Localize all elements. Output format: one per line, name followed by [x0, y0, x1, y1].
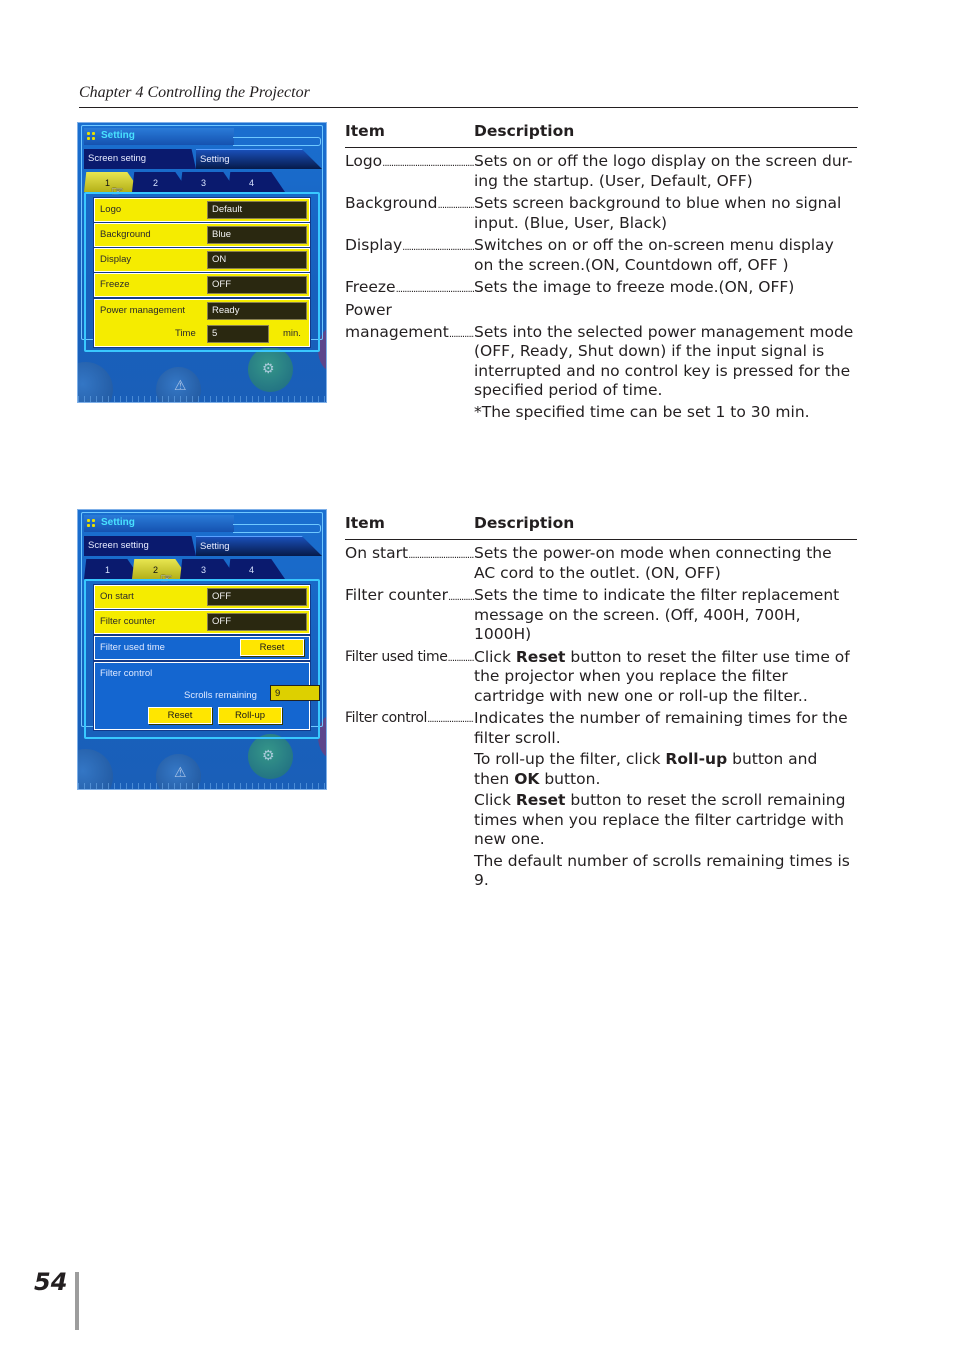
table-header: Item Description	[345, 122, 857, 148]
filter-counter-label: Filter counter	[100, 616, 156, 627]
page-bar	[75, 1272, 79, 1330]
projector-settings-icon: ⚙	[262, 747, 275, 763]
description-table-1: Item Description Logo...................…	[345, 122, 857, 424]
table-row: Background..............................…	[345, 194, 857, 233]
roll-up-button[interactable]: Roll-up	[218, 707, 282, 724]
scrolls-remaining-label: Scrolls remaining	[184, 690, 257, 701]
logo-select[interactable]: Default	[207, 201, 307, 219]
power-management-row: Power management Ready Time 5 min.	[94, 299, 310, 347]
header-rule	[79, 107, 858, 108]
projector-settings-icon: ⚙	[262, 360, 275, 376]
display-row: Display ON	[94, 248, 310, 272]
title-decoration	[233, 524, 321, 533]
menu-dots-icon	[87, 519, 97, 529]
table-row: Display.................................…	[345, 236, 857, 275]
time-unit: min.	[283, 328, 301, 339]
freeze-select[interactable]: OFF	[207, 276, 307, 294]
menu-dots-icon	[87, 132, 97, 142]
power-management-select[interactable]: Ready	[207, 302, 307, 320]
projector-warning-icon: ⚠	[174, 377, 187, 393]
power-management-label: Power management	[100, 305, 186, 316]
settings-content: On start OFF Filter counter OFF Filter u…	[84, 579, 320, 739]
item-name: Filter counter..........................…	[345, 586, 474, 604]
background-select[interactable]: Blue	[207, 226, 307, 244]
time-label: Time	[175, 328, 196, 339]
item-name: Display.................................…	[345, 236, 474, 254]
time-input[interactable]: 5	[207, 325, 269, 343]
setting-panel-tab1: ⚠ ⚙ Setting Screen seting Setting 1 2 3 …	[77, 122, 327, 403]
header-item: Item	[345, 122, 385, 140]
filter-counter-row: Filter counter OFF	[94, 610, 310, 634]
page-tab-4[interactable]: 4	[228, 559, 285, 579]
header-description: Description	[474, 122, 575, 140]
item-name: Logo....................................…	[345, 152, 474, 170]
tab-screen-setting[interactable]: Screen seting	[84, 149, 196, 169]
table-row: Power management........................…	[345, 301, 857, 423]
panel-title-bar: Setting	[84, 128, 234, 145]
panel-title: Setting	[101, 517, 135, 528]
display-select[interactable]: ON	[207, 251, 307, 269]
page-number: 54	[34, 1268, 68, 1296]
item-description: Sets screen background to blue when no s…	[474, 194, 842, 232]
filter-counter-select[interactable]: OFF	[207, 613, 307, 631]
logo-row: Logo Default	[94, 198, 310, 222]
page-tab-4[interactable]: 4	[228, 172, 285, 192]
on-start-label: On start	[100, 591, 134, 602]
settings-content: Logo Default Background Blue Display ON …	[84, 192, 320, 352]
projector-warning-icon: ⚠	[174, 764, 187, 780]
table-row: Filter counter..........................…	[345, 586, 857, 645]
filter-control-row: Filter control Scrolls remaining 9 Reset…	[94, 662, 320, 730]
filter-used-time-label: Filter used time	[100, 642, 165, 653]
filter-reset-button[interactable]: Reset	[148, 707, 212, 724]
freeze-label: Freeze	[100, 279, 130, 290]
item-description: Sets into the selected power management …	[474, 322, 854, 421]
freeze-row: Freeze OFF	[94, 273, 310, 297]
on-start-select[interactable]: OFF	[207, 588, 307, 606]
panel-title: Setting	[101, 130, 135, 141]
header-item: Item	[345, 514, 385, 532]
item-name-line1: Power	[345, 300, 392, 319]
tab-setting[interactable]: Setting	[196, 536, 322, 556]
background-row: Background Blue	[94, 223, 310, 247]
table-row: Logo....................................…	[345, 152, 857, 191]
tab-screen-setting[interactable]: Screen setting	[84, 536, 196, 556]
item-description: Sets the power-on mode when connecting t…	[474, 544, 832, 582]
table-row: On start................................…	[345, 544, 857, 583]
item-name: Filter used time........................…	[345, 648, 474, 665]
setting-panel-tab2: ⚠ ⚙ Setting Screen setting Setting 1 2 3…	[77, 509, 327, 790]
title-decoration	[233, 137, 321, 146]
tab-setting[interactable]: Setting	[196, 149, 322, 169]
chapter-header: Chapter 4 Controlling the Projector	[79, 84, 310, 101]
item-description: Sets the time to indicate the filter rep…	[474, 586, 840, 643]
table-header: Item Description	[345, 514, 857, 540]
item-description: Switches on or off the on-screen menu di…	[474, 236, 834, 274]
filter-used-time-row: Filter used time Reset	[94, 636, 310, 660]
item-description: Sets on or off the logo display on the s…	[474, 152, 853, 190]
decorative-strip	[78, 396, 326, 402]
table-row: Freeze..................................…	[345, 278, 857, 298]
panel-title-bar: Setting	[84, 515, 234, 532]
table-row: Filter used time........................…	[345, 648, 857, 707]
item-name: On start................................…	[345, 544, 474, 562]
background-label: Background	[100, 229, 151, 240]
on-start-row: On start OFF	[94, 585, 310, 609]
item-description: Sets the image to freeze mode.(ON, OFF)	[474, 278, 795, 296]
table-row: Filter control..........................…	[345, 709, 857, 891]
scrolls-remaining-value: 9	[270, 685, 320, 701]
header-description: Description	[474, 514, 575, 532]
item-name: management..............................…	[345, 322, 474, 341]
description-table-2: Item Description On start...............…	[345, 514, 857, 893]
filter-control-label: Filter control	[100, 668, 153, 679]
item-description: Click Reset button to reset the filter u…	[474, 647, 850, 705]
decorative-strip	[78, 783, 326, 789]
item-name: Background..............................…	[345, 194, 474, 212]
filter-used-reset-button[interactable]: Reset	[240, 639, 304, 656]
item-description: Indicates the number of remaining times …	[474, 709, 850, 889]
item-name: Freeze..................................…	[345, 278, 474, 296]
item-name: Filter control..........................…	[345, 710, 474, 726]
display-label: Display	[100, 254, 132, 265]
logo-label: Logo	[100, 204, 122, 215]
